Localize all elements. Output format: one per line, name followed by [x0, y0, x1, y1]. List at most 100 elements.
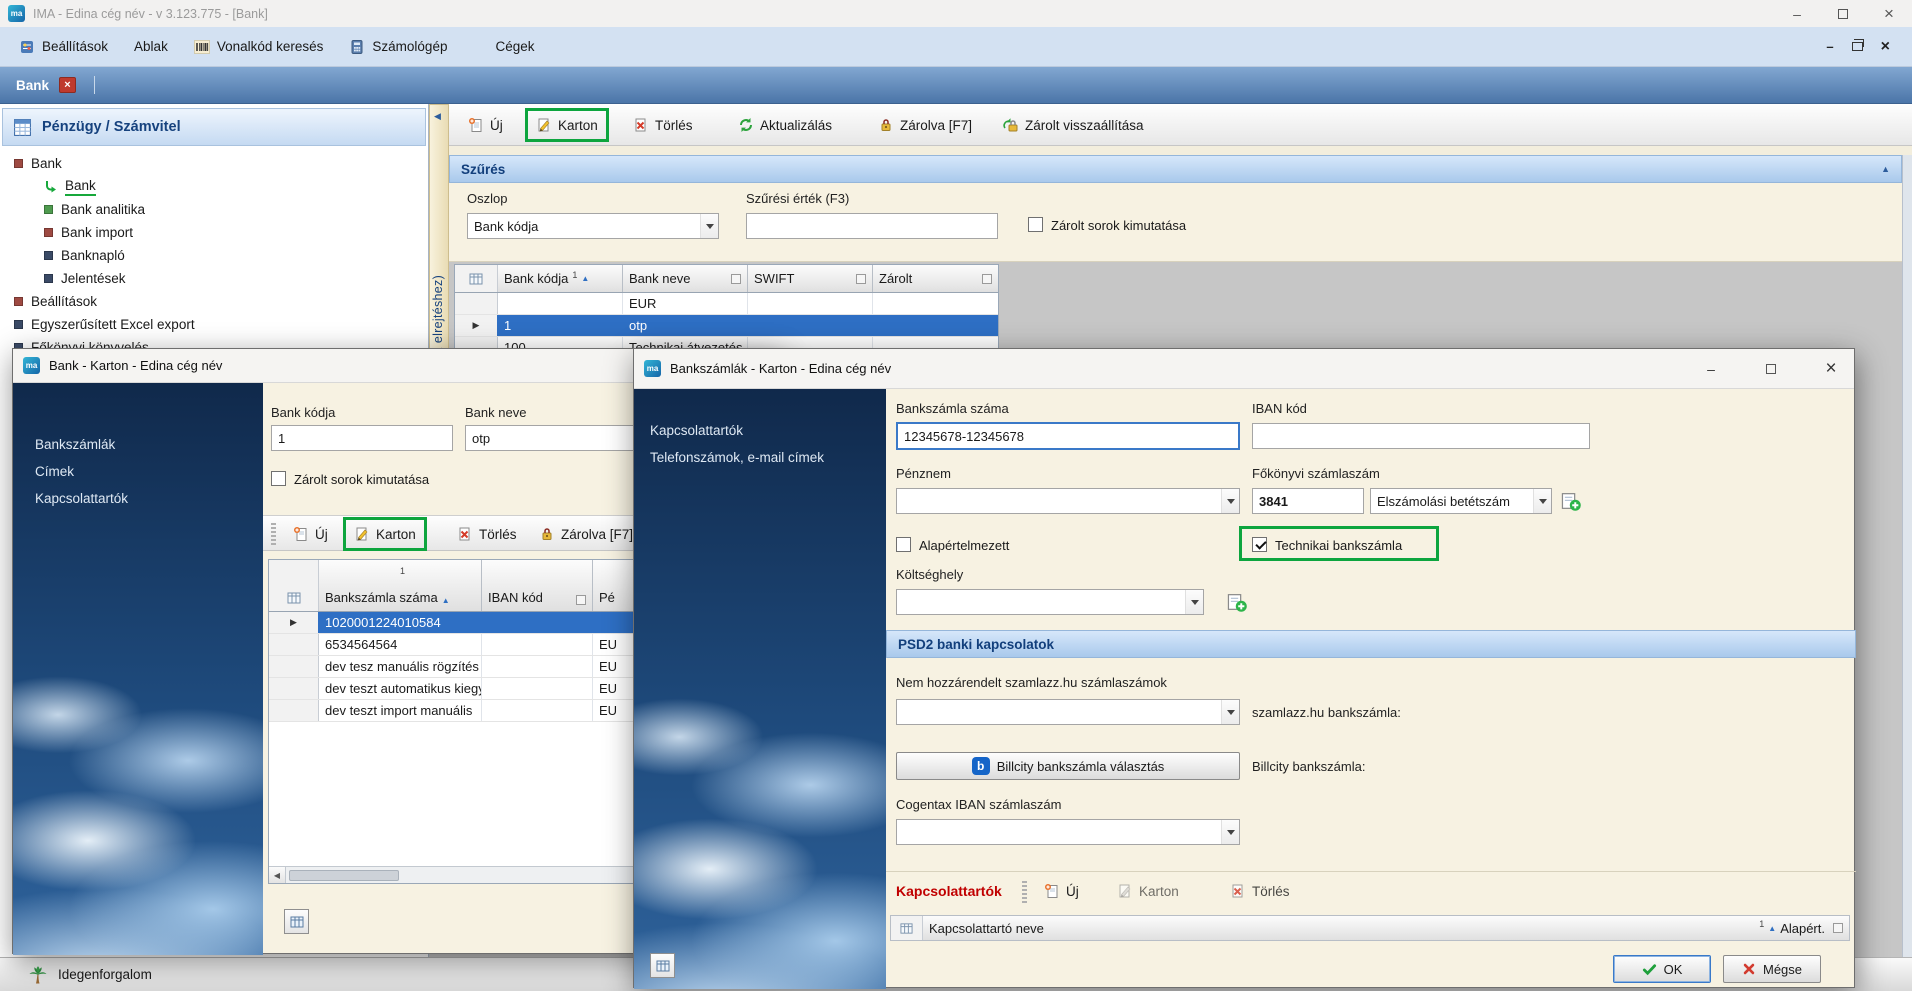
szamla-input[interactable]: 12345678-12345678	[896, 422, 1240, 450]
koltseghely-select[interactable]	[896, 589, 1204, 615]
column-header-bank-neve[interactable]: Bank neve	[623, 265, 748, 292]
menu-beallitasok[interactable]: Beállítások	[6, 27, 121, 66]
toolbar-grip[interactable]	[271, 523, 276, 545]
maximize-box-icon	[1766, 364, 1776, 374]
cogentax-select[interactable]	[896, 819, 1240, 845]
mdi-close-icon[interactable]: ×	[1881, 38, 1890, 56]
restore-locked-button[interactable]: Zárolt visszaállítása	[995, 111, 1152, 139]
contact-delete-button[interactable]: Törlés	[1222, 877, 1298, 905]
minimize-icon[interactable]: –	[1774, 0, 1820, 27]
column-header-bank-kodja[interactable]: Bank kódja 1 ▲	[498, 265, 623, 292]
tree-item-banknaplo[interactable]: Banknapló	[44, 244, 125, 267]
maximize-icon[interactable]	[1750, 351, 1792, 387]
minimize-icon[interactable]: –	[1690, 351, 1732, 387]
filter-section-header[interactable]: Szűrés ▲	[449, 155, 1902, 183]
tree-item-beallitasok[interactable]: Beállítások	[14, 290, 97, 313]
menu-szamologep[interactable]: Számológép	[336, 27, 460, 66]
grid-corner-cell[interactable]	[455, 265, 498, 292]
cell-iban	[482, 612, 593, 633]
karton-button[interactable]: Karton	[525, 108, 609, 142]
tree-item-jelentesek[interactable]: Jelentések	[44, 267, 126, 290]
maximize-icon[interactable]	[1820, 0, 1866, 27]
scrollbar[interactable]	[1902, 155, 1912, 991]
close-icon[interactable]: ×	[1810, 351, 1852, 387]
table-row[interactable]: EUR	[455, 293, 998, 315]
contact-karton-button[interactable]: Karton	[1109, 877, 1187, 905]
column-filter-icon[interactable]	[856, 274, 866, 284]
column-header-swift[interactable]: SWIFT	[748, 265, 873, 292]
table-row-selected[interactable]: ▶ 1 otp	[455, 315, 998, 337]
delete-button[interactable]: Törlés	[625, 111, 701, 139]
technikai-label: Technikai bankszámla	[1275, 538, 1402, 553]
technikai-checkbox[interactable]	[1252, 537, 1267, 552]
lock-button[interactable]: Zárolva [F7]	[531, 520, 641, 548]
sidebar-item-kapcsolattartok[interactable]: Kapcsolattartók	[650, 423, 743, 438]
cancel-button[interactable]: Mégse	[1723, 955, 1821, 983]
menu-cegek[interactable]: Cégek	[482, 27, 547, 66]
tab-close-icon[interactable]: ×	[59, 77, 76, 93]
sidebar-item-bankszamlak[interactable]: Bankszámlák	[35, 437, 115, 452]
add-koltseghely-button[interactable]	[1226, 591, 1248, 613]
tab-bank[interactable]: Bank	[16, 78, 49, 93]
tree-item-excel-export[interactable]: Egyszerűsített Excel export	[14, 313, 195, 336]
alapertelmezett-checkbox[interactable]	[896, 537, 911, 552]
locked-rows-checkbox[interactable]	[271, 471, 286, 486]
bank-kod-input[interactable]: 1	[271, 425, 453, 451]
scrollbar-thumb[interactable]	[289, 870, 399, 881]
sidebar-item-telefonszamok[interactable]: Telefonszámok, e-mail címek	[650, 450, 824, 465]
sidebar-item-kapcsolattartok[interactable]: Kapcsolattartók	[35, 491, 128, 506]
penznem-select[interactable]	[896, 488, 1240, 514]
item-icon	[44, 274, 53, 283]
menu-vonalkod-kereses[interactable]: Vonalkód keresés	[181, 27, 337, 66]
tree-label: Beállítások	[31, 294, 97, 309]
column-header-iban[interactable]: IBAN kód	[482, 560, 593, 611]
window-titlebar: ma IMA - Edina cég név - v 3.123.775 - […	[0, 0, 1912, 27]
filter-column-select[interactable]: Bank kódja	[467, 213, 719, 239]
filter-value-input[interactable]	[746, 213, 998, 239]
refresh-button[interactable]: Aktualizálás	[730, 111, 840, 139]
grid-layout-button[interactable]	[284, 909, 309, 934]
fokonyvi-input[interactable]: 3841	[1252, 488, 1364, 514]
lock-button[interactable]: Zárolva [F7]	[870, 111, 980, 139]
column-header-bankszamla-szama[interactable]: 1 Bankszámla száma ▲	[319, 560, 482, 611]
item-icon	[14, 297, 23, 306]
column-filter-icon[interactable]	[1833, 923, 1843, 933]
collapse-up-icon[interactable]: ▲	[1881, 164, 1890, 174]
delete-button[interactable]: Törlés	[449, 520, 525, 548]
column-filter-icon[interactable]	[731, 274, 741, 284]
fokonyvi-tipus-select[interactable]: Elszámolási betétszám	[1370, 488, 1552, 514]
add-fokonyvi-button[interactable]	[1560, 490, 1582, 512]
technikai-highlight-box: Technikai bankszámla	[1239, 526, 1439, 561]
ok-button[interactable]: OK	[1613, 955, 1711, 983]
sidebar-item-cimek[interactable]: Címek	[35, 464, 74, 479]
column-filter-icon[interactable]	[982, 274, 992, 284]
scroll-left-icon[interactable]: ◀	[269, 867, 286, 883]
billcity-select-button[interactable]: b Billcity bankszámla választás	[896, 752, 1240, 780]
grid-corner-cell[interactable]	[891, 916, 923, 940]
locked-rows-label: Zárolt sorok kimutatása	[294, 472, 429, 487]
mdi-restore-icon[interactable]	[1852, 42, 1863, 51]
tree-item-bank-import[interactable]: Bank import	[44, 221, 133, 244]
toolbar-grip[interactable]	[1022, 881, 1027, 903]
tree-item-bank-selected[interactable]: Bank	[44, 175, 96, 198]
unassigned-select[interactable]	[896, 699, 1240, 725]
grid-layout-button[interactable]	[650, 953, 675, 978]
close-icon[interactable]: ×	[1866, 0, 1912, 27]
karton-button[interactable]: Karton	[343, 517, 427, 551]
column-header-kapcsolattarto-neve[interactable]: Kapcsolattartó neve 1 ▲ Alapért.	[923, 916, 1849, 940]
chevron-down-icon	[1185, 590, 1203, 614]
column-filter-icon[interactable]	[576, 595, 586, 605]
column-header-zarolt[interactable]: Zárolt	[873, 265, 998, 292]
new-button[interactable]: Új	[285, 520, 336, 548]
menu-ablak[interactable]: Ablak	[121, 27, 181, 66]
new-button[interactable]: Új	[460, 111, 511, 139]
grid-corner-cell[interactable]	[269, 560, 319, 611]
locked-rows-checkbox[interactable]	[1028, 217, 1043, 232]
tree-item-bank-analitika[interactable]: Bank analitika	[44, 198, 145, 221]
mdi-minimize-icon[interactable]: –	[1826, 39, 1833, 54]
tree-item-bank-group[interactable]: Bank	[14, 152, 62, 175]
szamla-value: 12345678-12345678	[904, 429, 1024, 444]
toolbar-gap	[449, 146, 1912, 155]
contact-new-button[interactable]: Új	[1036, 877, 1087, 905]
iban-input[interactable]	[1252, 423, 1590, 449]
